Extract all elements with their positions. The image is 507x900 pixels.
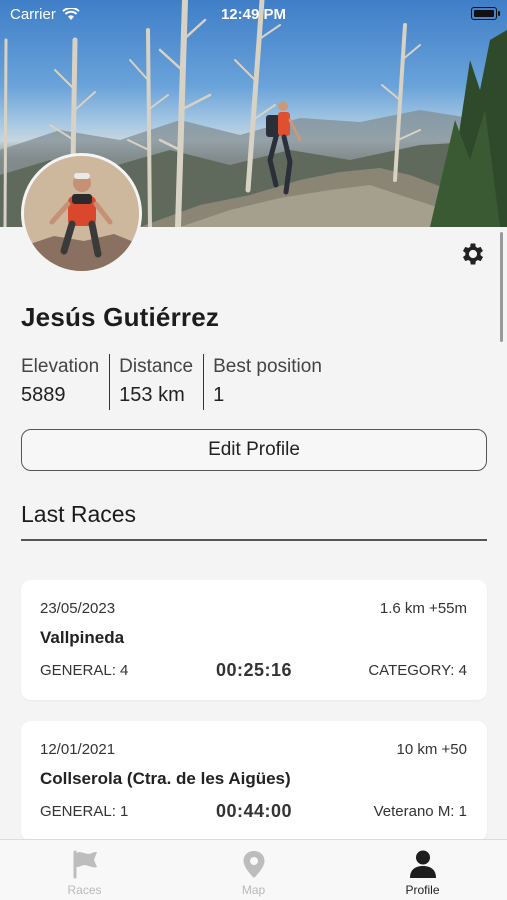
tab-profile[interactable]: Profile [338, 840, 507, 900]
section-title-last-races: Last Races [21, 501, 137, 527]
stat-value: 1 [213, 384, 225, 406]
tab-map[interactable]: Map [169, 840, 338, 900]
race-distance: 1.6 km +55m [379, 600, 467, 617]
avatar[interactable] [21, 153, 142, 274]
scroll-indicator [500, 232, 503, 342]
race-card[interactable]: 23/05/2023 1.6 km +55m Vallpineda GENERA… [21, 580, 487, 700]
battery-icon [471, 7, 500, 20]
tab-races[interactable]: Races [0, 840, 169, 900]
race-card[interactable]: 12/01/2021 10 km +50 Collserola (Ctra. d… [21, 721, 487, 841]
stat-value: 5889 [21, 384, 66, 406]
settings-gear-icon[interactable] [459, 240, 487, 268]
race-distance: 10 km +50 [396, 741, 467, 758]
tab-bar: Races Map Profile [0, 839, 507, 900]
stat-value: 153 km [119, 384, 185, 406]
stat-label: Elevation [21, 356, 100, 377]
race-category-position: Veterano M: 1 [373, 803, 467, 820]
map-pin-icon [243, 851, 264, 878]
stat-distance: Distance 153 km [109, 354, 203, 410]
stat-label: Distance [119, 356, 194, 377]
flag-icon [73, 850, 97, 879]
stat-elevation: Elevation 5889 [21, 354, 109, 410]
profile-stats: Elevation 5889 Distance 153 km Best posi… [21, 354, 332, 410]
tab-label: Races [67, 883, 102, 897]
status-bar: Carrier 12:49 PM [0, 0, 507, 30]
race-date: 23/05/2023 [40, 600, 116, 617]
race-category-position: CATEGORY: 4 [368, 662, 467, 679]
race-date: 12/01/2021 [40, 741, 116, 758]
section-divider [21, 539, 487, 541]
status-time: 12:49 PM [220, 6, 287, 23]
tab-label: Map [241, 883, 266, 897]
race-name: Collserola (Ctra. de les Aigües) [40, 769, 291, 788]
race-name: Vallpineda [40, 628, 125, 647]
stat-best-position: Best position 1 [203, 354, 332, 410]
stat-label: Best position [213, 356, 322, 377]
profile-name: Jesús Gutiérrez [21, 302, 220, 332]
tab-label: Profile [405, 883, 440, 897]
person-icon [409, 850, 436, 878]
edit-profile-button[interactable]: Edit Profile [21, 429, 487, 471]
